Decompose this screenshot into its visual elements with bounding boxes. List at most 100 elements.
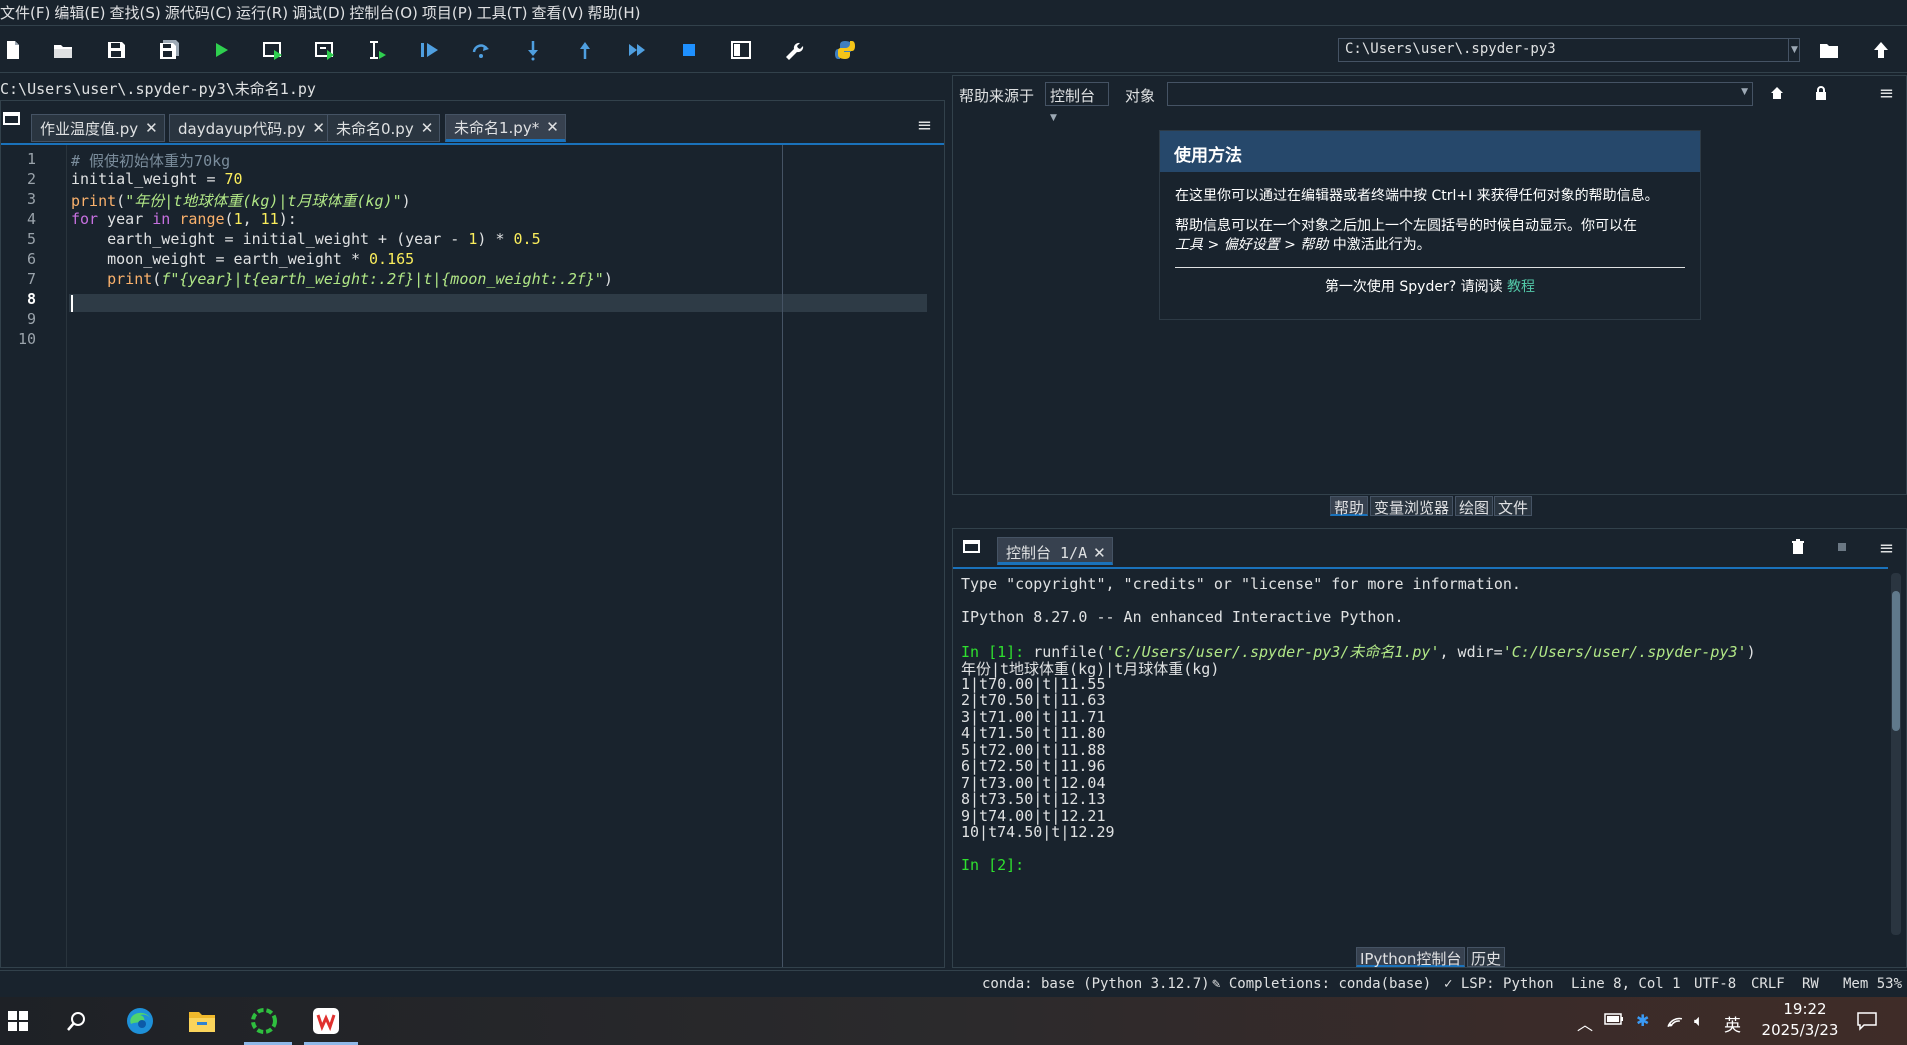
console-tab-bar: 控制台 1/A ✕ ≡ (953, 529, 1906, 567)
check-icon: ✓ (1444, 976, 1453, 992)
close-icon[interactable]: ✕ (312, 119, 325, 137)
console-scrollbar[interactable] (1891, 573, 1901, 935)
tab-history[interactable]: 历史 (1467, 947, 1506, 968)
run-icon[interactable] (208, 37, 234, 63)
edge-line (782, 145, 783, 967)
menu-edit[interactable]: 编辑(E) (54, 2, 109, 23)
tab-plots[interactable]: 绘图 (1455, 496, 1494, 517)
tab-ipython-console[interactable]: IPython控制台 (1356, 947, 1466, 968)
menu-bar: 文件(F) 编辑(E) 查找(S) 源代码(C) 运行(R) 调试(D) 控制台… (0, 0, 1907, 26)
open-file-icon[interactable] (50, 37, 76, 63)
help-toolbar: 帮助来源于 控制台 ▼ 对象 ▼ ≡ (953, 76, 1906, 123)
working-directory-combo[interactable]: C:\Users\user\.spyder-py3 (1338, 38, 1800, 62)
lock-icon[interactable] (1813, 85, 1829, 105)
browse-tabs-icon[interactable] (963, 539, 981, 559)
menu-console[interactable]: 控制台(O) (349, 2, 422, 23)
file-explorer-icon[interactable] (186, 1005, 218, 1037)
hamburger-menu-icon[interactable]: ≡ (917, 115, 932, 136)
hamburger-menu-icon[interactable]: ≡ (1879, 83, 1894, 104)
wifi-icon[interactable] (1664, 1011, 1684, 1031)
bluetooth-icon[interactable]: ✱ (1636, 1011, 1649, 1030)
tutorial-link[interactable]: 教程 (1507, 279, 1535, 295)
clock-date[interactable]: 2025/3/23 (1755, 1021, 1845, 1039)
tab-label: 作业温度值.py (40, 119, 139, 138)
status-conda[interactable]: conda: base (Python 3.12.7) (982, 976, 1210, 992)
debug-icon[interactable] (416, 37, 442, 63)
tab-untitled0[interactable]: 未命名0.py ✕ (327, 114, 441, 142)
clock-time[interactable]: 19:22 (1775, 1000, 1835, 1018)
maximize-pane-icon[interactable] (728, 37, 754, 63)
menu-debug[interactable]: 调试(D) (292, 2, 349, 23)
battery-icon[interactable] (1604, 1011, 1624, 1030)
line-number-current: 8 (26, 290, 36, 308)
editor-file-path: C:\Users\user\.spyder-py3\未命名1.py (0, 80, 316, 98)
scrollbar-thumb[interactable] (1892, 591, 1900, 731)
browse-folder-icon[interactable] (1816, 37, 1842, 63)
spyder-app-icon[interactable] (248, 1005, 280, 1037)
run-selection-icon[interactable] (364, 37, 390, 63)
menu-run[interactable]: 运行(R) (236, 2, 292, 23)
close-icon[interactable]: ✕ (421, 119, 434, 137)
menu-search[interactable]: 查找(S) (110, 2, 165, 23)
menu-source[interactable]: 源代码(C) (165, 2, 236, 23)
home-icon[interactable] (1769, 85, 1785, 105)
ipython-console-output[interactable]: Type "copyright", "credits" or "license"… (953, 567, 1888, 942)
tab-variable-explorer[interactable]: 变量浏览器 (1370, 496, 1454, 517)
chevron-down-icon[interactable]: ▼ (1788, 38, 1800, 62)
status-lsp[interactable]: ✓ LSP: Python (1444, 976, 1554, 992)
tab-daydayup[interactable]: daydayup代码.py ✕ (169, 114, 332, 142)
close-icon[interactable]: ✕ (546, 118, 559, 136)
status-completions[interactable]: ✎ Completions: conda(base) (1212, 976, 1431, 992)
notification-icon[interactable] (1856, 1011, 1878, 1035)
wps-app-icon[interactable] (310, 1005, 342, 1037)
preferences-wrench-icon[interactable] (780, 37, 806, 63)
run-cell-icon[interactable] (260, 37, 286, 63)
tab-console-1[interactable]: 控制台 1/A ✕ (997, 537, 1113, 565)
menu-projects[interactable]: 项目(P) (422, 2, 477, 23)
status-bar: conda: base (Python 3.12.7) ✎ Completion… (0, 970, 1907, 996)
stop-icon[interactable] (676, 37, 702, 63)
code-line: print("年份|t地球体重(kg)|t月球体重(kg)") (71, 192, 411, 210)
step-out-icon[interactable] (572, 37, 598, 63)
code-line: # 假使初始体重为70kg (71, 152, 231, 170)
step-over-icon[interactable] (468, 37, 494, 63)
hamburger-menu-icon[interactable]: ≡ (1879, 538, 1894, 559)
close-icon[interactable]: ✕ (1093, 544, 1106, 562)
continue-icon[interactable] (624, 37, 650, 63)
code-line: for year in range(1, 11): (71, 210, 297, 228)
console-prompt: In [2]: (961, 856, 1025, 874)
line-number: 7 (26, 270, 36, 288)
tab-files[interactable]: 文件 (1494, 496, 1533, 517)
chevron-up-icon[interactable]: ︿ (1577, 1011, 1593, 1035)
line-number: 10 (17, 330, 36, 348)
menu-file[interactable]: 文件(F) (0, 2, 54, 23)
save-icon[interactable] (103, 37, 129, 63)
code-editor[interactable]: 1 2 3 4 5 6 7 8 9 10 # 假使初始体重为70kg initi… (1, 143, 944, 967)
save-all-icon[interactable] (156, 37, 182, 63)
tab-homework-temperature[interactable]: 作业温度值.py ✕ (31, 114, 165, 142)
help-object-input[interactable]: ▼ (1167, 82, 1753, 106)
python-path-icon[interactable] (832, 37, 858, 63)
ime-indicator[interactable]: 英 (1724, 1011, 1741, 1036)
close-icon[interactable]: ✕ (145, 119, 158, 137)
new-file-icon[interactable] (0, 37, 26, 63)
speaker-icon[interactable]: 🔈︎ (1694, 1011, 1704, 1031)
tab-help[interactable]: 帮助 (1330, 496, 1369, 517)
help-paragraph: 在这里你可以通过在编辑器或者终端中按 Ctrl+I 来获得任何对象的帮助信息。 (1175, 188, 1659, 204)
parent-directory-icon[interactable] (1868, 37, 1894, 63)
interrupt-kernel-icon[interactable] (1836, 539, 1848, 557)
menu-view[interactable]: 查看(V) (532, 2, 588, 23)
browse-tabs-icon[interactable] (3, 111, 21, 131)
current-line-highlight (69, 294, 927, 312)
clear-console-icon[interactable] (1791, 539, 1805, 559)
menu-tools[interactable]: 工具(T) (477, 2, 532, 23)
edge-browser-icon[interactable] (124, 1005, 156, 1037)
search-icon[interactable] (61, 1005, 93, 1037)
tab-untitled1[interactable]: 未命名1.py* ✕ (445, 114, 566, 142)
help-source-combo[interactable]: 控制台 ▼ (1045, 82, 1109, 123)
run-cell-advance-icon[interactable] (312, 37, 338, 63)
step-into-icon[interactable] (520, 37, 546, 63)
windows-start-icon[interactable] (2, 1005, 34, 1037)
menu-help[interactable]: 帮助(H) (587, 2, 644, 23)
chevron-down-icon: ▼ (1050, 113, 1057, 123)
